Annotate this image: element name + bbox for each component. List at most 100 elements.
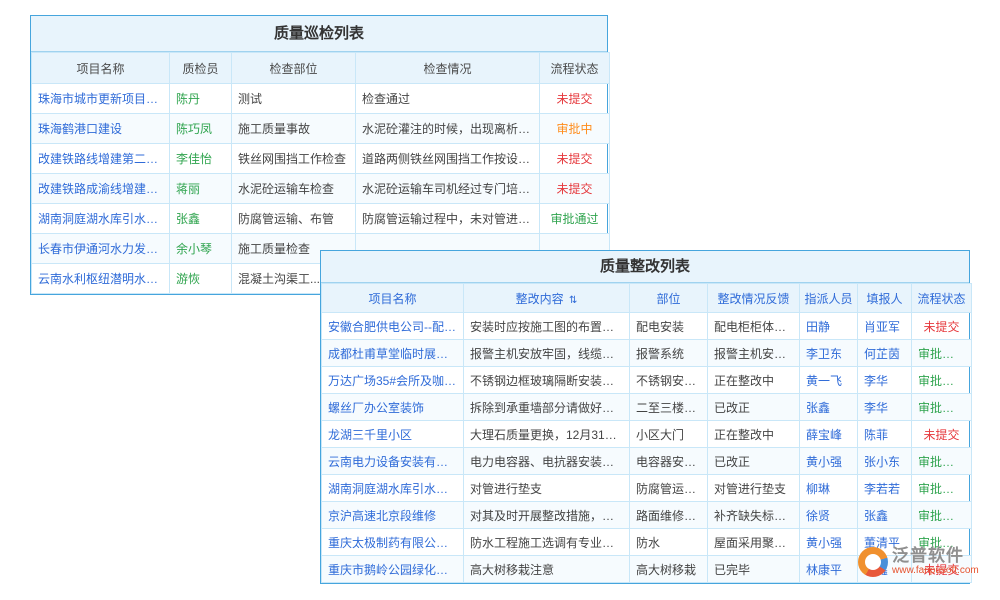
table-cell: 已完毕 [708,556,800,583]
table-cell: 电力电容器、电抗器安装方案... [464,448,630,475]
col-header-flow-status: 流程状态 [912,284,972,313]
project-link-cell[interactable]: 珠海鹤港口建设 [32,114,170,144]
rectify-table: 项目名称 整改内容 ⇅ 部位 整改情况反馈 指派人员 填报人 流程状态 安徽合肥… [321,283,972,583]
table-cell: 审批中 [540,114,610,144]
table-row: 龙湖三千里小区大理石质量更换，12月31日之...小区大门正在整改中薛宝峰陈菲未… [322,421,972,448]
table-cell: 陈丹 [170,84,232,114]
table-cell: 未提交 [540,84,610,114]
project-link-cell[interactable]: 云南水利枢纽潜明水库... [32,264,170,294]
table-cell: 铁丝网围挡工作检查 [232,144,356,174]
project-link-cell[interactable]: 京沪高速北京段维修 [322,502,464,529]
table-row: 安徽合肥供电公司--配电设备...安装时应按施工图的布置，将...配电安装配电柜… [322,313,972,340]
table-cell: 测试 [232,84,356,114]
table-cell: 肖亚军 [858,313,912,340]
table-cell: 李佳怡 [170,144,232,174]
table-cell: 张鑫 [170,204,232,234]
table-cell: 未提交 [540,144,610,174]
project-link-cell[interactable]: 重庆太极制药有限公司重州中... [322,529,464,556]
table-cell: 未提交 [912,421,972,448]
table-cell: 水泥砼运输车司机经过专门培训... [356,174,540,204]
col-header-check-part: 检查部位 [232,53,356,84]
table-cell: 防水工程施工选调有专业资质... [464,529,630,556]
fanpu-logo-icon [858,547,888,577]
project-link-cell[interactable]: 珠海市城市更新项目紫... [32,84,170,114]
table-cell: 陈菲 [858,421,912,448]
project-link-cell[interactable]: 重庆市鹅岭公园绿化景观提升... [322,556,464,583]
col-header-rectify-content[interactable]: 整改内容 ⇅ [464,284,630,313]
fanpu-watermark: 泛普软件 www.fanpusoft.com [858,546,979,577]
table-row: 成都杜甫草堂临时展厅独立展...报警主机安放牢固，线缆连接...报警系统报警主机… [322,340,972,367]
project-link-cell[interactable]: 长春市伊通河水力发电... [32,234,170,264]
table-cell: 未提交 [540,174,610,204]
table-cell: 未提交 [912,313,972,340]
col-header-project-name: 项目名称 [32,53,170,84]
table-cell: 补齐缺失标志... [708,502,800,529]
table-cell: 黄小强 [800,529,858,556]
project-link-cell[interactable]: 湖南洞庭湖水库引水工... [32,204,170,234]
table-cell: 游恢 [170,264,232,294]
table-cell: 电容器安装... [630,448,708,475]
table-cell: 对管进行垫支 [708,475,800,502]
table-cell: 不锈钢安装... [630,367,708,394]
table-row: 云南电力设备安装有限公司20...电力电容器、电抗器安装方案...电容器安装..… [322,448,972,475]
inspection-table-title: 质量巡检列表 [31,16,607,52]
project-link-cell[interactable]: 成都杜甫草堂临时展厅独立展... [322,340,464,367]
table-cell: 水泥砼灌注的时候，出现离析现象 [356,114,540,144]
table-cell: 张鑫 [858,502,912,529]
col-header-assignee: 指派人员 [800,284,858,313]
table-cell: 张鑫 [800,394,858,421]
table-cell: 审批通过 [912,475,972,502]
table-row: 万达广场35#会所及咖啡厅空...不锈钢边框玻璃隔断安装不牢...不锈钢安装..… [322,367,972,394]
table-cell: 审批通过 [540,204,610,234]
table-cell: 防腐管运输过程中，未对管进行... [356,204,540,234]
project-link-cell[interactable]: 改建铁路线增建第二线... [32,144,170,174]
table-cell: 余小琴 [170,234,232,264]
table-row: 湖南洞庭湖水库引水工程施工...对管进行垫支防腐管运输...对管进行垫支柳琳李若… [322,475,972,502]
inspection-header-row: 项目名称 质检员 检查部位 检查情况 流程状态 [32,53,610,84]
project-link-cell[interactable]: 云南电力设备安装有限公司20... [322,448,464,475]
col-header-check-situation: 检查情况 [356,53,540,84]
table-cell: 黄小强 [800,448,858,475]
table-row: 改建铁路线增建第二线...李佳怡铁丝网围挡工作检查道路两侧铁丝网围挡工作按设计.… [32,144,610,174]
project-link-cell[interactable]: 改建铁路成渝线增建第... [32,174,170,204]
table-cell: 已改正 [708,448,800,475]
project-link-cell[interactable]: 龙湖三千里小区 [322,421,464,448]
table-cell: 配电安装 [630,313,708,340]
table-cell: 何芷茵 [858,340,912,367]
table-cell: 徐贤 [800,502,858,529]
table-cell: 薛宝峰 [800,421,858,448]
table-cell: 大理石质量更换，12月31日之... [464,421,630,448]
table-cell: 审批通过 [912,340,972,367]
brand-url: www.fanpusoft.com [892,565,979,577]
table-cell: 林康平 [800,556,858,583]
table-cell: 高大树移栽 [630,556,708,583]
table-cell: 田静 [800,313,858,340]
sort-icon[interactable]: ⇅ [569,295,577,306]
table-cell: 防水 [630,529,708,556]
table-cell: 柳琳 [800,475,858,502]
project-link-cell[interactable]: 万达广场35#会所及咖啡厅空... [322,367,464,394]
col-header-feedback: 整改情况反馈 [708,284,800,313]
table-cell: 二至三楼混... [630,394,708,421]
col-header-flow-status: 流程状态 [540,53,610,84]
col-header-rectify-content-label: 整改内容 [516,292,564,306]
table-row: 湖南洞庭湖水库引水工...张鑫防腐管运输、布管防腐管运输过程中，未对管进行...… [32,204,610,234]
col-header-inspector: 质检员 [170,53,232,84]
table-cell: 李华 [858,394,912,421]
table-cell: 已改正 [708,394,800,421]
table-cell: 黄一飞 [800,367,858,394]
table-cell: 施工质量事故 [232,114,356,144]
col-header-reporter: 填报人 [858,284,912,313]
table-cell: 高大树移栽注意 [464,556,630,583]
project-link-cell[interactable]: 螺丝厂办公室装饰 [322,394,464,421]
table-cell: 不锈钢边框玻璃隔断安装不牢... [464,367,630,394]
table-cell: 张小东 [858,448,912,475]
rectify-table-title: 质量整改列表 [321,251,969,283]
project-link-cell[interactable]: 湖南洞庭湖水库引水工程施工... [322,475,464,502]
project-link-cell[interactable]: 安徽合肥供电公司--配电设备... [322,313,464,340]
table-cell: 李华 [858,367,912,394]
table-cell: 审批通过 [912,448,972,475]
table-cell: 报警主机安放... [708,340,800,367]
rectify-header-row: 项目名称 整改内容 ⇅ 部位 整改情况反馈 指派人员 填报人 流程状态 [322,284,972,313]
rectify-table-panel: 质量整改列表 项目名称 整改内容 ⇅ 部位 整改情况反馈 指派人员 填报人 流程… [320,250,970,584]
